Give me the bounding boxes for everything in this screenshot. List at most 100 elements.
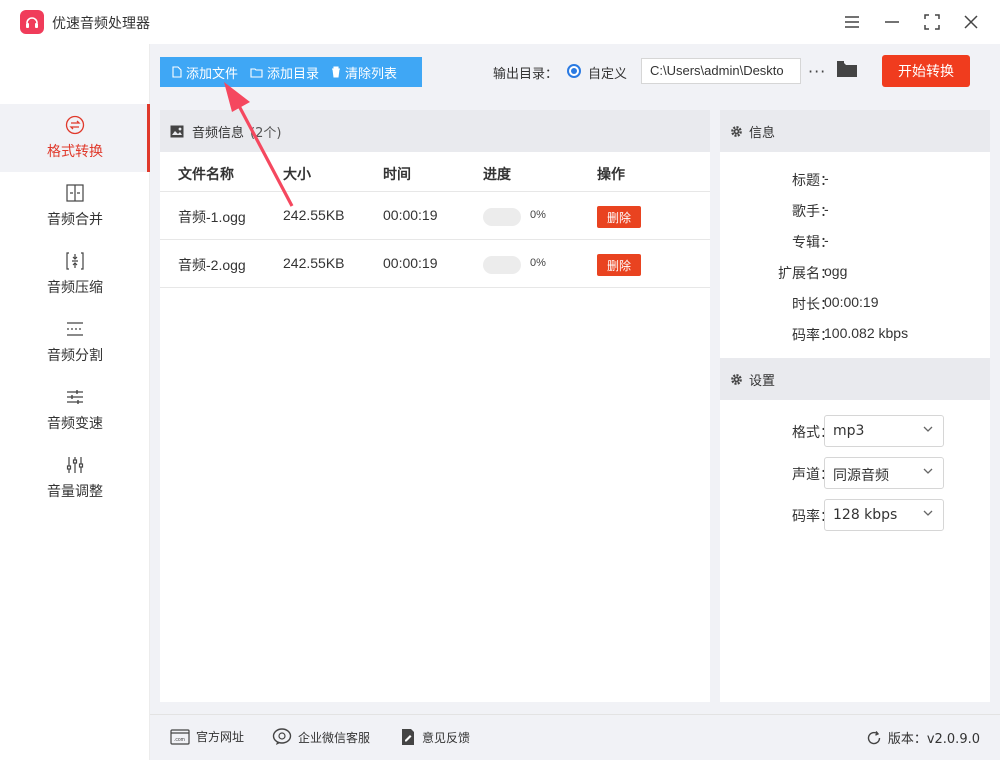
version-info[interactable]: 版本：v2.0.9.0 [866,728,980,747]
svg-text:.com: .com [174,737,185,743]
info-row-duration: 时长： 00:00:19 [720,294,990,314]
website-icon: .com [170,728,190,745]
file-panel-title: 音频信息 [192,125,245,141]
official-website-link[interactable]: .com 官方网址 [170,728,244,745]
folder-icon [250,67,263,78]
table-row[interactable]: 音频-2.ogg 242.55KB 00:00:19 0% 删除 [160,240,710,288]
footer: .com 官方网址 企业微信客服 意见反馈 版本：v2.0.9.0 [150,714,1000,760]
add-directory-button[interactable]: 添加目录 [244,57,325,87]
chevron-down-icon [923,426,933,432]
delete-button[interactable]: 删除 [597,206,641,228]
column-header-progress: 进度 [483,167,511,183]
format-select[interactable]: mp3 [824,415,944,447]
progress-percent: 0% [530,257,546,269]
official-website-label: 官方网址 [196,730,245,744]
output-path-field[interactable]: C:\Users\admin\Deskto [641,58,801,84]
feedback-label: 意见反馈 [422,730,471,745]
sidebar-item-label: 音频合并 [47,212,103,228]
column-header-action: 操作 [597,167,625,183]
maximize-icon[interactable] [920,10,944,34]
more-options-button[interactable]: ··· [808,62,826,81]
start-convert-button[interactable]: 开始转换 [882,55,970,87]
file-list-panel: 音频信息 (2个) 文件名称 大小 时间 进度 操作 音频-1.ogg 242.… [160,110,710,702]
column-header-name: 文件名称 [178,167,234,183]
clear-list-button[interactable]: 清除列表 [325,57,403,87]
feedback-link[interactable]: 意见反馈 [400,728,470,746]
info-value: - [824,232,829,248]
app-logo-icon [20,10,44,34]
info-row-title: 标题： - [720,170,990,190]
info-value: - [824,201,829,217]
sidebar-item-format-convert[interactable]: 格式转换 [0,104,150,172]
info-row-bitrate: 码率： 100.082 kbps [720,325,990,345]
settings-header: 设置 [720,358,990,400]
sidebar-item-label: 音频分割 [47,348,103,364]
sidebar-item-compress[interactable]: 音频压缩 [0,240,150,308]
progress-bar [483,208,521,226]
progress-bar [483,256,521,274]
setting-channel: 声道： 同源音频 [720,457,990,489]
version-label: 版本：v2.0.9.0 [887,732,980,747]
app-title: 优速音频处理器 [52,16,150,32]
channel-select[interactable]: 同源音频 [824,457,944,489]
info-value: - [824,170,829,186]
chevron-down-icon [923,510,933,516]
minimize-icon[interactable] [880,10,904,34]
custom-radio[interactable] [567,64,581,78]
file-icon [172,66,182,78]
add-directory-label: 添加目录 [267,66,320,82]
setting-bitrate: 码率： 128 kbps [720,499,990,531]
settings-title: 设置 [749,373,776,389]
clear-list-label: 清除列表 [345,66,398,82]
file-duration: 00:00:19 [383,207,438,223]
sidebar-item-label: 格式转换 [47,144,103,160]
volume-icon [64,455,86,475]
output-directory-label: 输出目录： [493,67,559,82]
info-value: 00:00:19 [824,294,879,310]
info-title: 信息 [749,125,776,141]
toolbar: 添加文件 添加目录 清除列表 [160,57,422,87]
sidebar-item-label: 音频变速 [47,416,103,432]
add-file-button[interactable]: 添加文件 [160,57,244,87]
info-value: 100.082 kbps [824,325,909,341]
file-name: 音频-1.ogg [178,209,246,225]
title-bar: 优速音频处理器 [0,0,1000,44]
sidebar-item-label: 音频压缩 [47,280,103,296]
info-settings-panel: 信息 标题： - 歌手： - 专辑： - 扩展名： ogg 时长： 00:00:… [720,110,990,702]
format-select-value: mp3 [833,423,865,439]
sidebar-item-merge[interactable]: 音频合并 [0,172,150,240]
setting-format: 格式： mp3 [720,415,990,447]
bitrate-select[interactable]: 128 kbps [824,499,944,531]
split-icon [64,319,86,339]
info-row-artist: 歌手： - [720,201,990,221]
table-row[interactable]: 音频-1.ogg 242.55KB 00:00:19 0% 删除 [160,192,710,240]
sidebar-item-volume[interactable]: 音量调整 [0,444,150,512]
wechat-support-link[interactable]: 企业微信客服 [272,728,370,746]
feedback-icon [402,729,414,745]
info-row-extension: 扩展名： ogg [720,263,990,283]
column-header-size: 大小 [283,167,311,183]
open-folder-icon[interactable] [836,60,858,82]
chevron-down-icon [923,468,933,474]
sidebar-item-speed[interactable]: 音频变速 [0,376,150,444]
chat-bubble-icon [272,728,292,745]
sidebar-item-split[interactable]: 音频分割 [0,308,150,376]
wechat-support-label: 企业微信客服 [298,730,371,745]
custom-radio-label[interactable]: 自定义 [588,63,627,82]
file-duration: 00:00:19 [383,255,438,271]
delete-button[interactable]: 删除 [597,254,641,276]
add-file-label: 添加文件 [186,66,239,82]
close-icon[interactable] [959,10,983,34]
file-name: 音频-2.ogg [178,257,246,273]
bitrate-select-value: 128 kbps [833,507,898,523]
gear-icon [731,373,742,385]
info-header: 信息 [720,110,990,152]
file-panel-header: 音频信息 (2个) [160,110,710,152]
info-value: ogg [824,263,848,279]
image-icon [170,125,184,137]
channel-select-value: 同源音频 [833,468,889,484]
menu-icon[interactable] [840,10,864,34]
file-size: 242.55KB [283,207,345,223]
column-header-time: 时间 [383,167,411,183]
compress-icon [64,251,86,271]
